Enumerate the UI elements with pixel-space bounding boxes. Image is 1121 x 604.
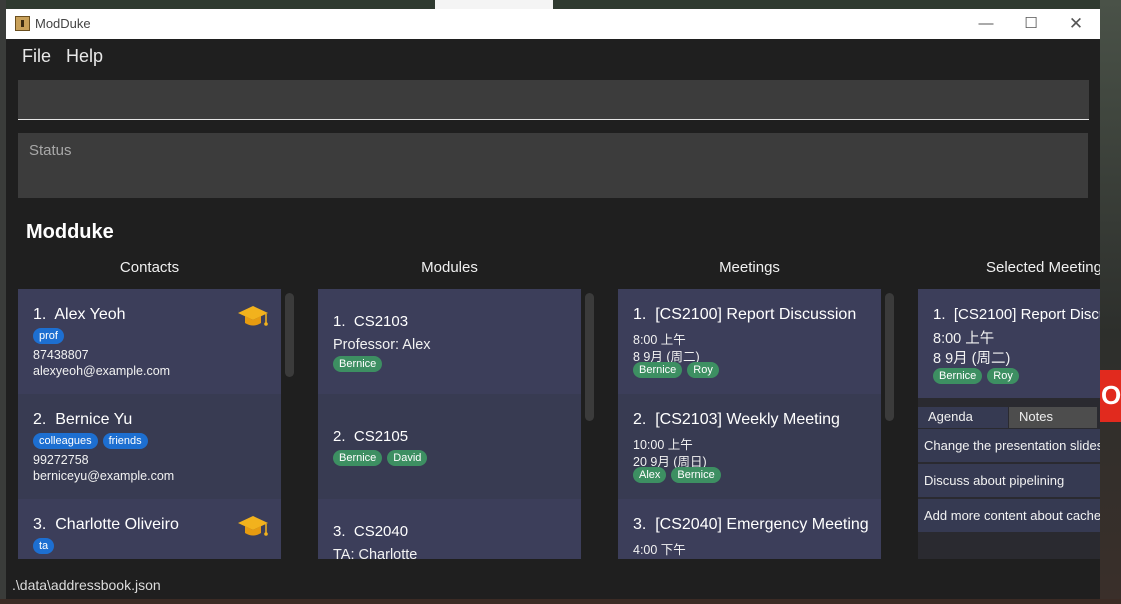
agenda-item[interactable]: Change the presentation slides (918, 429, 1100, 462)
meetings-scrollbar[interactable] (885, 293, 894, 421)
module-code: 2. CS2105 (333, 428, 409, 445)
contact-card[interactable]: 3. Charlotte Oliveiro ta (18, 499, 281, 559)
desktop-background-bottom (0, 599, 1121, 604)
app-window: ModDuke — ☐ ✕ File Help Status Modduke C… (6, 9, 1100, 599)
minimize-button[interactable]: — (975, 13, 997, 35)
tag: ta (33, 538, 55, 554)
contact-phone: 87438807 (33, 348, 89, 362)
desktop-background-right (1100, 0, 1121, 604)
selected-meeting-time: 8:00 上午 (933, 331, 995, 347)
contact-email: berniceyu@example.com (33, 469, 175, 483)
meetings-header: Meetings (719, 259, 780, 276)
desktop-background (0, 0, 1121, 9)
tag: prof (33, 328, 64, 344)
module-tags: Bernice (333, 356, 383, 372)
selected-meeting-title: 1. [CS2100] Report Discussion (933, 306, 1100, 323)
tag: Bernice (333, 450, 383, 466)
desktop-background-window (435, 0, 553, 9)
modules-scrollbar[interactable] (585, 293, 594, 421)
close-button[interactable]: ✕ (1065, 13, 1087, 35)
tag: Bernice (333, 356, 383, 372)
tag: Roy (687, 362, 719, 378)
contact-email: alexyeoh@example.com (33, 364, 171, 378)
menu-file[interactable]: File (22, 46, 51, 67)
tag: Bernice (671, 467, 721, 483)
module-code: 1. CS2103 (333, 313, 409, 330)
contact-tags: ta (33, 538, 55, 554)
selected-meeting-header: Selected Meeting (986, 259, 1100, 276)
graduation-cap-icon (238, 516, 268, 536)
agenda-item[interactable]: Discuss about pipelining (918, 464, 1100, 497)
app-icon (15, 16, 30, 31)
contact-name: 1. Alex Yeoh (33, 306, 126, 323)
maximize-button[interactable]: ☐ (1020, 13, 1042, 35)
app-name: Modduke (26, 221, 114, 243)
contact-tags: prof (33, 328, 64, 344)
meeting-tags: Alex Bernice (633, 467, 721, 483)
meeting-card[interactable]: 1. [CS2100] Report Discussion 8:00 上午 8 … (618, 289, 881, 394)
status-placeholder: Status (29, 142, 72, 159)
contacts-list[interactable]: 1. Alex Yeoh prof 87438807 alexyeoh@exam… (18, 289, 281, 559)
desktop-background-badge: O (1100, 370, 1121, 422)
tag: friends (102, 433, 148, 449)
module-card[interactable]: 1. CS2103 Professor: Alex Bernice (318, 289, 581, 394)
tag: Alex (633, 467, 667, 483)
modules-header: Modules (421, 259, 478, 276)
contact-tags: colleagues friends (33, 433, 148, 449)
agenda-empty-area (918, 534, 1100, 559)
module-tags: Bernice David (333, 450, 428, 466)
tab-notes[interactable]: Notes (1009, 407, 1097, 428)
meeting-title: 2. [CS2103] Weekly Meeting (633, 411, 840, 428)
meeting-card[interactable]: 2. [CS2103] Weekly Meeting 10:00 上午 20 9… (618, 394, 881, 499)
contacts-scrollbar[interactable] (285, 293, 294, 377)
command-input[interactable] (18, 80, 1089, 120)
meeting-time: 4:00 下午 (633, 543, 686, 557)
status-bar: .\data\addressbook.json (6, 571, 1100, 599)
data-file-path: .\data\addressbook.json (12, 577, 161, 593)
module-card[interactable]: 3. CS2040 TA: Charlotte (318, 499, 581, 559)
selected-meeting-tags: Bernice Roy (933, 368, 1019, 384)
result-display[interactable]: Status (18, 133, 1088, 198)
contact-phone: 99272758 (33, 453, 89, 467)
contacts-header: Contacts (119, 259, 180, 276)
tag: colleagues (33, 433, 98, 449)
tag: Roy (987, 368, 1019, 384)
menu-bar (6, 39, 1100, 75)
tab-agenda[interactable]: Agenda (918, 407, 1008, 428)
agenda-item[interactable]: Add more content about cache (918, 499, 1100, 532)
modules-list[interactable]: 1. CS2103 Professor: Alex Bernice 2. CS2… (318, 289, 581, 559)
meetings-list[interactable]: 1. [CS2100] Report Discussion 8:00 上午 8 … (618, 289, 881, 559)
contact-name: 3. Charlotte Oliveiro (33, 516, 179, 533)
menu-help[interactable]: Help (66, 46, 103, 67)
tag: Bernice (933, 368, 983, 384)
graduation-cap-icon (238, 306, 268, 326)
contact-card[interactable]: 1. Alex Yeoh prof 87438807 alexyeoh@exam… (18, 289, 281, 394)
meeting-title: 1. [CS2100] Report Discussion (633, 306, 857, 323)
module-role: Professor: Alex (333, 337, 431, 353)
title-bar[interactable]: ModDuke — ☐ ✕ (6, 9, 1100, 39)
module-card[interactable]: 2. CS2105 Bernice David (318, 394, 581, 499)
meeting-tags: Bernice Roy (633, 362, 719, 378)
selected-meeting-card: 1. [CS2100] Report Discussion 8:00 上午 8 … (918, 289, 1100, 398)
meeting-card[interactable]: 3. [CS2040] Emergency Meeting 4:00 下午 (618, 499, 881, 559)
window-title: ModDuke (35, 16, 91, 31)
meeting-title: 3. [CS2040] Emergency Meeting (633, 516, 869, 533)
tag: David (387, 450, 428, 466)
module-code: 3. CS2040 (333, 523, 409, 540)
module-role: TA: Charlotte (333, 547, 418, 559)
contact-name: 2. Bernice Yu (33, 411, 133, 428)
selected-meeting-date: 8 9月 (周二) (933, 351, 1011, 367)
contact-card[interactable]: 2. Bernice Yu colleagues friends 9927275… (18, 394, 281, 499)
tag: Bernice (633, 362, 683, 378)
